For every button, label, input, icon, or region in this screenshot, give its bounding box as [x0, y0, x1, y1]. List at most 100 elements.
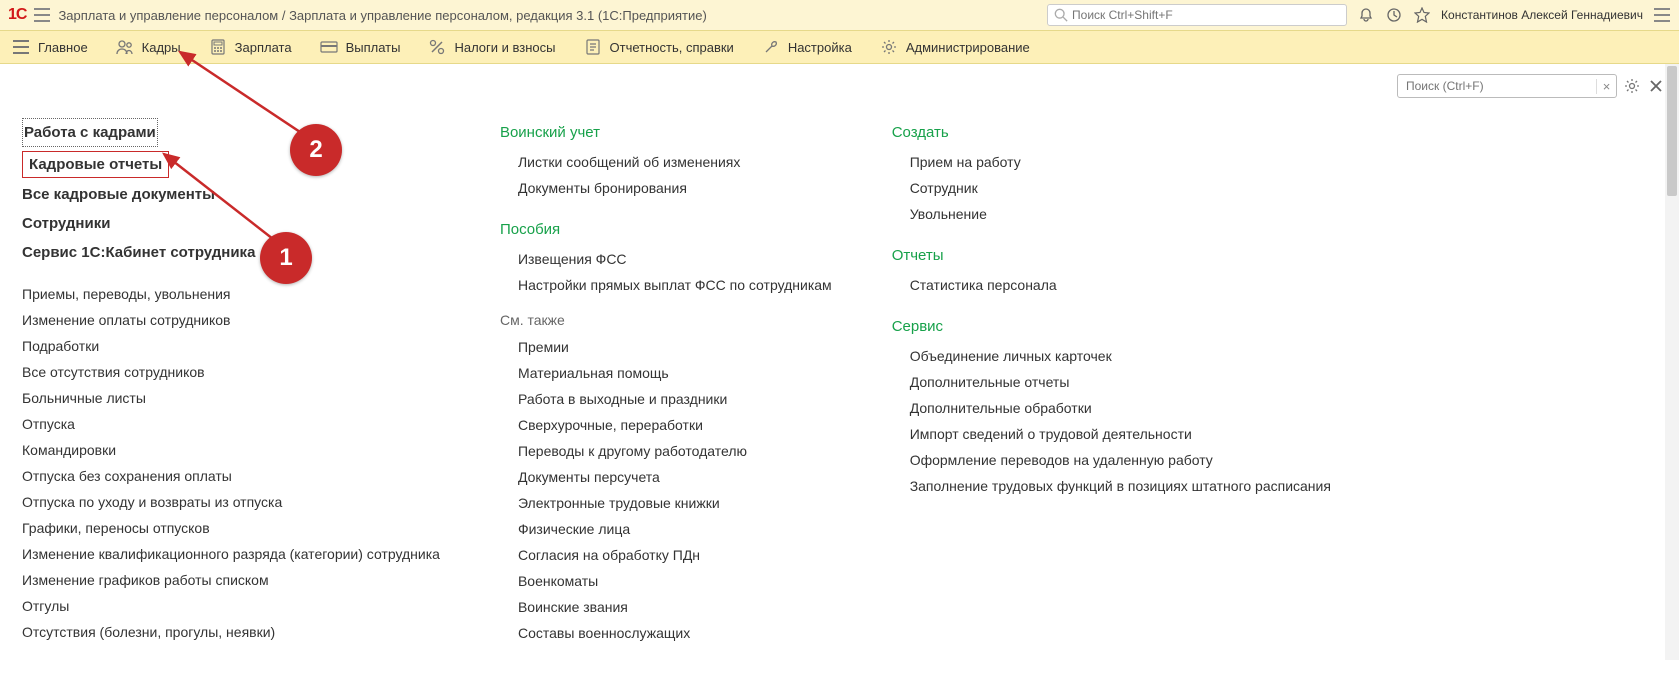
page-controls: ×: [1397, 74, 1665, 98]
nav-taxes[interactable]: Налоги и взносы: [428, 38, 555, 56]
menu-columns: Работа с кадрами Кадровые отчеты Все кад…: [22, 118, 1657, 646]
list-item[interactable]: Прием на работу: [892, 149, 1331, 175]
list-item[interactable]: Увольнение: [892, 201, 1331, 227]
main-nav: Главное Кадры Зарплата Выплаты Налоги и …: [0, 30, 1679, 64]
column-1: Работа с кадрами Кадровые отчеты Все кад…: [22, 118, 440, 646]
callout-2: 2: [290, 124, 342, 176]
list-item[interactable]: Командировки: [22, 437, 440, 463]
content-area: × Работа с кадрами Кадровые отчеты Все к…: [0, 64, 1679, 660]
list-item[interactable]: Извещения ФСС: [500, 246, 832, 272]
scroll-thumb[interactable]: [1667, 66, 1677, 196]
list-item[interactable]: Больничные листы: [22, 385, 440, 411]
list-item[interactable]: Сотрудник: [892, 175, 1331, 201]
section-military: Воинский учет: [500, 118, 832, 149]
list-item[interactable]: Электронные трудовые книжки: [500, 490, 832, 516]
user-name[interactable]: Константинов Алексей Геннадиевич: [1441, 8, 1643, 22]
global-search[interactable]: [1047, 4, 1347, 26]
nav-admin[interactable]: Администрирование: [880, 38, 1030, 56]
nav-label: Выплаты: [346, 40, 401, 55]
nav-label: Главное: [38, 40, 88, 55]
nav-main[interactable]: Главное: [12, 38, 88, 56]
nav-payments[interactable]: Выплаты: [320, 38, 401, 56]
list-item[interactable]: Военкоматы: [500, 568, 832, 594]
list-item[interactable]: Оформление переводов на удаленную работу: [892, 447, 1331, 473]
list-item[interactable]: Импорт сведений о трудовой деятельности: [892, 421, 1331, 447]
menu-toggle-icon[interactable]: [1653, 6, 1671, 24]
app-title: Зарплата и управление персоналом / Зарпл…: [58, 8, 706, 23]
list-item[interactable]: Заполнение трудовых функций в позициях ш…: [892, 473, 1331, 499]
list-item[interactable]: Материальная помощь: [500, 360, 832, 386]
top-bar: 1C Зарплата и управление персоналом / За…: [0, 0, 1679, 30]
list-item[interactable]: Отсутствия (болезни, прогулы, неявки): [22, 619, 440, 645]
section-benefits: Пособия: [500, 215, 832, 246]
list-item[interactable]: Приемы, переводы, увольнения: [22, 281, 440, 307]
nav-reports[interactable]: Отчетность, справки: [584, 38, 734, 56]
list-item[interactable]: Графики, переносы отпусков: [22, 515, 440, 541]
main-link-work-with-personnel[interactable]: Работа с кадрами: [22, 118, 158, 147]
clear-icon[interactable]: ×: [1596, 79, 1616, 94]
history-icon[interactable]: [1385, 6, 1403, 24]
page-search-input[interactable]: [1398, 79, 1596, 93]
logo-1c: 1C: [8, 6, 26, 24]
search-icon: [1054, 8, 1068, 22]
section-service: Сервис: [892, 312, 1331, 343]
section-see-also: См. также: [500, 298, 832, 334]
bell-icon[interactable]: [1357, 6, 1375, 24]
nav-personnel[interactable]: Кадры: [116, 38, 181, 56]
star-icon[interactable]: [1413, 6, 1431, 24]
list-item[interactable]: Подработки: [22, 333, 440, 359]
list-item[interactable]: Дополнительные обработки: [892, 395, 1331, 421]
list-item[interactable]: Согласия на обработку ПДн: [500, 542, 832, 568]
list-item[interactable]: Изменение квалификационного разряда (кат…: [22, 541, 440, 567]
wrench-icon: [762, 38, 780, 56]
list-item[interactable]: Статистика персонала: [892, 272, 1331, 298]
main-link-all-personnel-docs[interactable]: Все кадровые документы: [22, 180, 440, 209]
callout-label: 1: [279, 244, 292, 272]
gear-icon[interactable]: [1623, 77, 1641, 95]
main-link-employees[interactable]: Сотрудники: [22, 209, 440, 238]
list-item[interactable]: Листки сообщений об изменениях: [500, 149, 832, 175]
section-create: Создать: [892, 118, 1331, 149]
nav-label: Настройка: [788, 40, 852, 55]
main-link-cabinet[interactable]: Сервис 1С:Кабинет сотрудника: [22, 238, 440, 267]
people-icon: [116, 38, 134, 56]
column-3: Создать Прием на работу Сотрудник Увольн…: [892, 118, 1331, 646]
main-link-personnel-reports[interactable]: Кадровые отчеты: [22, 151, 169, 178]
page-search[interactable]: ×: [1397, 74, 1617, 98]
list-item[interactable]: Переводы к другому работодателю: [500, 438, 832, 464]
list-item[interactable]: Составы военнослужащих: [500, 620, 832, 646]
column-2: Воинский учет Листки сообщений об измене…: [500, 118, 832, 646]
gear-icon: [880, 38, 898, 56]
list-item[interactable]: Объединение личных карточек: [892, 343, 1331, 369]
close-icon[interactable]: [1647, 77, 1665, 95]
list-item[interactable]: Отпуска без сохранения оплаты: [22, 463, 440, 489]
list-item[interactable]: Изменение оплаты сотрудников: [22, 307, 440, 333]
nav-settings[interactable]: Настройка: [762, 38, 852, 56]
list-item[interactable]: Воинские звания: [500, 594, 832, 620]
list-item[interactable]: Изменение графиков работы списком: [22, 567, 440, 593]
global-search-input[interactable]: [1072, 8, 1340, 22]
list-item[interactable]: Дополнительные отчеты: [892, 369, 1331, 395]
list-item[interactable]: Сверхурочные, переработки: [500, 412, 832, 438]
nav-label: Зарплата: [235, 40, 292, 55]
percent-icon: [428, 38, 446, 56]
nav-salary[interactable]: Зарплата: [209, 38, 292, 56]
nav-label: Кадры: [142, 40, 181, 55]
section-reports: Отчеты: [892, 241, 1331, 272]
callout-1: 1: [260, 232, 312, 284]
list-item[interactable]: Все отсутствия сотрудников: [22, 359, 440, 385]
list-item[interactable]: Настройки прямых выплат ФСС по сотрудник…: [500, 272, 832, 298]
list-item[interactable]: Работа в выходные и праздники: [500, 386, 832, 412]
scrollbar[interactable]: [1665, 64, 1679, 660]
list-item[interactable]: Отпуска: [22, 411, 440, 437]
list-item[interactable]: Документы бронирования: [500, 175, 832, 201]
hamburger-icon[interactable]: [34, 8, 50, 22]
list-item[interactable]: Физические лица: [500, 516, 832, 542]
list-item[interactable]: Документы персучета: [500, 464, 832, 490]
list-item[interactable]: Премии: [500, 334, 832, 360]
calculator-icon: [209, 38, 227, 56]
nav-label: Отчетность, справки: [610, 40, 734, 55]
list-item[interactable]: Отпуска по уходу и возвраты из отпуска: [22, 489, 440, 515]
top-bar-right: Константинов Алексей Геннадиевич: [1047, 4, 1671, 26]
list-item[interactable]: Отгулы: [22, 593, 440, 619]
